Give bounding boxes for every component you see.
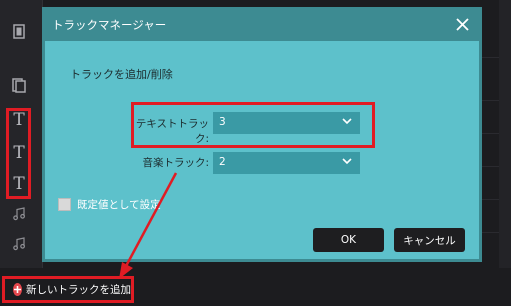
music-track-select[interactable]: 2	[213, 152, 360, 174]
cancel-button[interactable]: キャンセル	[394, 228, 465, 252]
chevron-down-icon	[342, 158, 352, 165]
music-note-icon	[13, 237, 26, 251]
music-track-2-icon[interactable]	[0, 230, 38, 258]
timeline-right-edge	[499, 0, 511, 268]
dialog-body: トラックを追加/削除 テキストトラック: 3 音楽トラック: 2 既定値として設…	[45, 41, 479, 259]
add-new-track-button[interactable]: 新しいトラックを追加	[2, 276, 134, 303]
default-setting-row[interactable]: 既定値として設定	[58, 196, 161, 212]
music-track-1-icon[interactable]	[0, 200, 38, 228]
music-track-label: 音楽トラック:	[142, 157, 209, 169]
video-track-icon[interactable]	[0, 17, 38, 45]
music-note-icon	[13, 207, 26, 221]
dialog-title: トラックマネージャー	[52, 18, 167, 32]
default-checkbox-label: 既定値として設定	[77, 198, 161, 211]
close-button[interactable]	[450, 12, 474, 36]
pip-track-icon[interactable]	[0, 71, 38, 99]
pip-icon	[12, 77, 26, 93]
ok-button[interactable]: OK	[313, 228, 384, 252]
text-track-value: 3	[219, 116, 226, 128]
section-title: トラックを追加/削除	[70, 68, 173, 81]
dialog-title-bar: トラックマネージャー	[42, 7, 482, 41]
track-manager-dialog: トラックマネージャー トラックを追加/削除 テキストトラック: 3 音楽トラック…	[42, 7, 482, 262]
add-new-track-label: 新しいトラックを追加	[26, 284, 131, 296]
text-track-label: テキストトラック:	[135, 118, 209, 145]
default-checkbox[interactable]	[58, 197, 71, 211]
music-track-value: 2	[219, 156, 226, 168]
text-tracks-highlight	[6, 108, 31, 199]
close-icon	[455, 17, 469, 31]
film-icon	[13, 23, 25, 39]
chevron-down-icon	[342, 118, 352, 125]
plus-circle-icon	[13, 283, 22, 296]
text-track-select[interactable]: 3	[213, 112, 360, 134]
